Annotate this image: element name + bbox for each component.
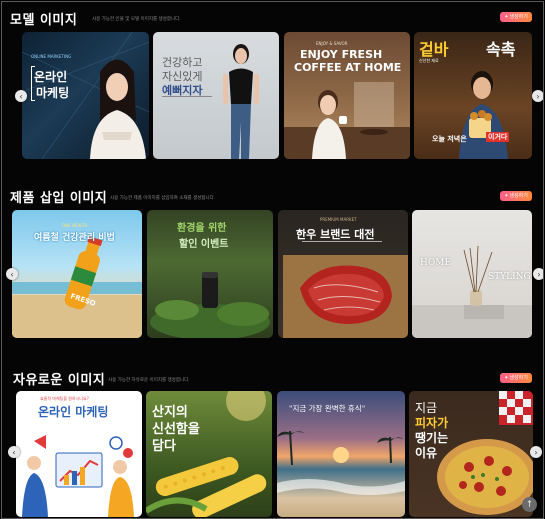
- card-crispy-tonight[interactable]: 겉바 속촉 신선한 재료 오늘 저녁은 이거다: [414, 32, 532, 159]
- sparkle-icon: ✦: [504, 13, 509, 20]
- card-online-marketing-illustration[interactable]: 효율적 마케팅을 원하시나요? 온라인 마케팅: [16, 391, 142, 517]
- carousel-next-button[interactable]: ›: [532, 90, 543, 102]
- carousel-prev-button[interactable]: ‹: [15, 90, 27, 102]
- card-coffee-at-home[interactable]: ENJOY & SAVOR ENJOY FRESH COFFEE AT HOME: [284, 32, 410, 159]
- carousel-next-button[interactable]: ›: [530, 446, 542, 458]
- generate-button[interactable]: ✦ 생성하기: [500, 191, 532, 201]
- scroll-to-top-button[interactable]: ↑: [522, 497, 537, 512]
- generate-button[interactable]: ✦ 생성하기: [500, 373, 532, 383]
- card-healthy-pretty[interactable]: 건강하고 자신있게 예뻐지자: [153, 32, 279, 159]
- card-eco-sale-event[interactable]: 환경을 위한 할인 이벤트: [147, 210, 273, 338]
- section-model-images: 모델 이미지 사용 가능한 인물 및 모델 이미지를 생성합니다. ✦ 생성하기 …: [2, 2, 543, 167]
- card-perfect-rest[interactable]: "지금 가장 완벽한 휴식": [277, 391, 405, 517]
- carousel-prev-button[interactable]: ‹: [8, 446, 20, 458]
- card-fresh-from-origin[interactable]: 산지의 신선함을 담다: [146, 391, 272, 517]
- section-free-images: 자유로운 이미지 사용 가능한 자유로운 이미지를 생성합니다. ✦ 생성하기 효…: [2, 360, 543, 518]
- card-online-marketing[interactable]: ONLINE MARKETING 온라인 마케팅: [22, 32, 149, 159]
- card-hanwoo-brand[interactable]: PREMIUM MARKET 한우 브랜드 대전: [278, 210, 408, 338]
- chevron-right-icon: ›: [537, 269, 541, 279]
- card-summer-health[interactable]: ONE HEALTH 여름철 건강관리 비법 FRESO: [12, 210, 142, 338]
- carousel-prev-button[interactable]: ‹: [6, 268, 18, 280]
- section-product-insert-images: 제품 삽입 이미지 사용 가능한 제품 이미지를 삽입하여 소재를 생성합니다.…: [2, 180, 543, 345]
- chevron-left-icon: ‹: [10, 269, 14, 279]
- section-subtitle: 사용 가능한 제품 이미지를 삽입하여 소재를 생성합니다.: [110, 196, 216, 201]
- chevron-right-icon: ›: [536, 91, 540, 101]
- chevron-left-icon: ‹: [19, 91, 23, 101]
- chevron-right-icon: ›: [534, 447, 538, 457]
- arrow-up-icon: ↑: [525, 499, 534, 510]
- section-subtitle: 사용 가능한 인물 및 모델 이미지를 생성합니다.: [92, 17, 181, 22]
- card-pizza-craving[interactable]: 지금 피자가 땡기는 이유: [409, 391, 533, 517]
- sparkle-icon: ✦: [504, 374, 509, 381]
- chevron-left-icon: ‹: [12, 447, 16, 457]
- section-title: 모델 이미지: [10, 13, 78, 28]
- section-title: 제품 삽입 이미지: [10, 191, 108, 206]
- section-subtitle: 사용 가능한 자유로운 이미지를 생성합니다.: [108, 378, 190, 383]
- page-frame: 모델 이미지 사용 가능한 인물 및 모델 이미지를 생성합니다. ✦ 생성하기 …: [1, 1, 544, 519]
- sparkle-icon: ✦: [504, 192, 509, 199]
- carousel-next-button[interactable]: ›: [533, 268, 543, 280]
- section-title: 자유로운 이미지: [13, 373, 106, 388]
- card-home-styling[interactable]: HOME STYLING: [412, 210, 532, 338]
- generate-button[interactable]: ✦ 생성하기: [500, 12, 532, 22]
